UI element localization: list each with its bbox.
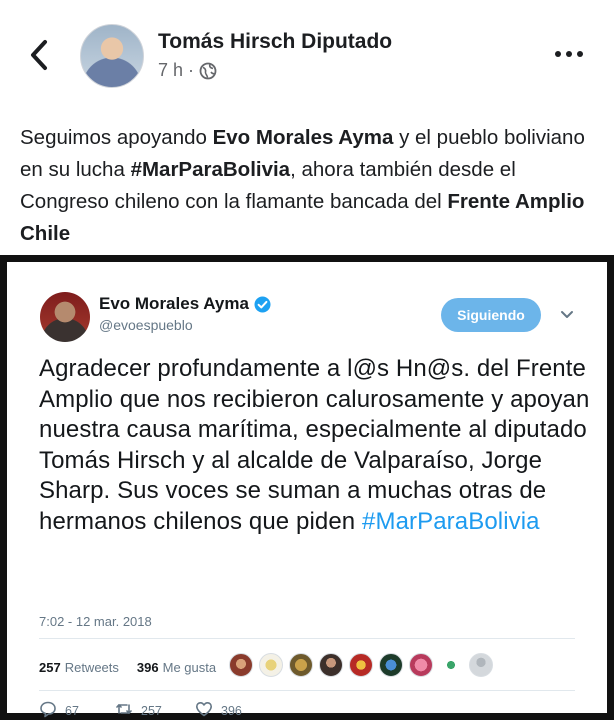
like-button[interactable]: 396 (195, 700, 275, 720)
liker-avatar[interactable] (259, 653, 283, 677)
divider (39, 690, 575, 691)
reply-icon (39, 700, 57, 720)
post-text-bold[interactable]: Evo Morales Ayma (213, 126, 394, 149)
likes-label[interactable]: Me gusta (163, 660, 216, 675)
post-time[interactable]: 7 h (158, 60, 183, 81)
tweet-hashtag[interactable]: #MarParaBolivia (362, 508, 540, 535)
liker-avatar[interactable] (289, 653, 313, 677)
tweet-actions: 67 257 396 (39, 700, 275, 720)
post-header: Tomás Hirsch Diputado 7 h · (0, 0, 614, 110)
post-text-bold[interactable]: #MarParaBolivia (131, 158, 291, 181)
post-text: Seguimos apoyando Evo Morales Ayma y el … (20, 122, 598, 250)
tweet-author-name: Evo Morales Ayma (99, 294, 249, 313)
more-options-icon[interactable] (552, 44, 586, 64)
author-avatar[interactable] (80, 24, 144, 88)
tweet-handle[interactable]: @evoespueblo (99, 317, 193, 333)
tweet-stats: 257 Retweets 396 Me gusta (39, 652, 216, 682)
liker-avatar[interactable] (349, 653, 373, 677)
retweets-label[interactable]: Retweets (65, 660, 119, 675)
verified-icon (254, 296, 271, 313)
heart-icon (195, 700, 213, 720)
meta-separator: · (188, 60, 195, 80)
liker-avatar[interactable] (469, 653, 493, 677)
globe-icon (199, 62, 217, 80)
post-meta: 7 h · (158, 60, 217, 81)
divider (39, 638, 575, 639)
tweet-avatar[interactable] (40, 292, 90, 342)
reply-button[interactable]: 67 (39, 700, 115, 720)
like-count: 396 (221, 703, 242, 718)
liker-avatar[interactable] (439, 653, 463, 677)
following-button[interactable]: Siguiendo (441, 298, 541, 332)
author-name[interactable]: Tomás Hirsch Diputado (158, 30, 392, 54)
liker-avatar[interactable] (409, 653, 433, 677)
retweet-button[interactable]: 257 (115, 700, 195, 720)
retweets-count[interactable]: 257 (39, 660, 61, 675)
retweet-count: 257 (141, 703, 162, 718)
liker-avatar[interactable] (229, 653, 253, 677)
chevron-down-icon[interactable] (559, 308, 575, 322)
tweet-body: Agradecer profundamente a l@s Hn@s. del … (39, 354, 599, 537)
post-text-run: Seguimos apoyando (20, 126, 213, 149)
reply-count: 67 (65, 703, 79, 718)
likes-count[interactable]: 396 (137, 660, 159, 675)
liker-avatar[interactable] (379, 653, 403, 677)
retweet-icon (115, 700, 133, 720)
liker-avatar[interactable] (319, 653, 343, 677)
back-arrow-icon[interactable] (26, 38, 52, 72)
tweet-author[interactable]: Evo Morales Ayma (99, 294, 271, 314)
embedded-tweet: Evo Morales Ayma @evoespueblo Siguiendo … (0, 255, 614, 720)
liker-avatars (229, 653, 493, 677)
tweet-timestamp[interactable]: 7:02 - 12 mar. 2018 (39, 614, 152, 629)
